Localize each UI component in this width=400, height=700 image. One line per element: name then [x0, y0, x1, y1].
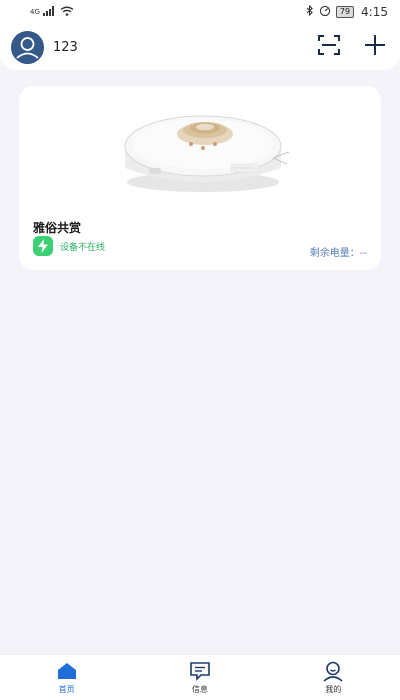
bottom-nav: 首页 信息 我的: [0, 654, 400, 700]
plus-icon: [364, 34, 386, 60]
nav-home-label: 首页: [58, 685, 75, 694]
bluetooth-icon: [306, 4, 314, 19]
add-device-button[interactable]: [362, 34, 388, 60]
header-actions: [316, 34, 388, 60]
message-icon: [189, 660, 211, 682]
device-card[interactable]: 雅俗共赏 设备不在线 剩余电量：--: [19, 86, 381, 270]
status-bar-right: 79 4:15: [306, 4, 388, 19]
nav-profile-label: 我的: [325, 685, 342, 694]
top-header: 123: [0, 24, 400, 70]
nav-messages-label: 信息: [191, 685, 208, 694]
nav-home[interactable]: 首页: [27, 660, 107, 695]
robot-vacuum-image: [113, 96, 293, 196]
battery-label: 剩余电量：: [309, 248, 360, 259]
username: 123: [53, 39, 78, 55]
status-bar-left: 4G: [30, 5, 74, 19]
wifi-icon: [60, 6, 74, 19]
user-avatar-icon[interactable]: [11, 30, 44, 64]
power-bolt-icon: [33, 236, 53, 256]
profile-icon: [322, 660, 344, 682]
nav-messages[interactable]: 信息: [160, 660, 240, 695]
battery-value: --: [359, 248, 367, 259]
nav-profile[interactable]: 我的: [293, 660, 373, 695]
scan-button[interactable]: [316, 34, 342, 60]
app-screen: 4G 79 4:15 123 雅俗共赏 设备不在线 剩余电量：-- 首页 信息 …: [0, 0, 400, 700]
battery-indicator: 79: [335, 6, 355, 18]
remaining-battery: 剩余电量：--: [310, 244, 367, 259]
device-status-text: 设备不在线: [60, 242, 106, 253]
home-icon: [56, 660, 78, 682]
signal-icon: [42, 5, 55, 19]
scan-icon: [318, 35, 340, 59]
device-name: 雅俗共赏: [33, 221, 82, 235]
network-type: 4G: [30, 8, 40, 16]
clock: 4:15: [361, 5, 388, 19]
device-status: 设备不在线: [33, 236, 105, 256]
speed-gauge-icon: [319, 5, 331, 19]
status-bar: 4G 79 4:15: [0, 0, 400, 24]
